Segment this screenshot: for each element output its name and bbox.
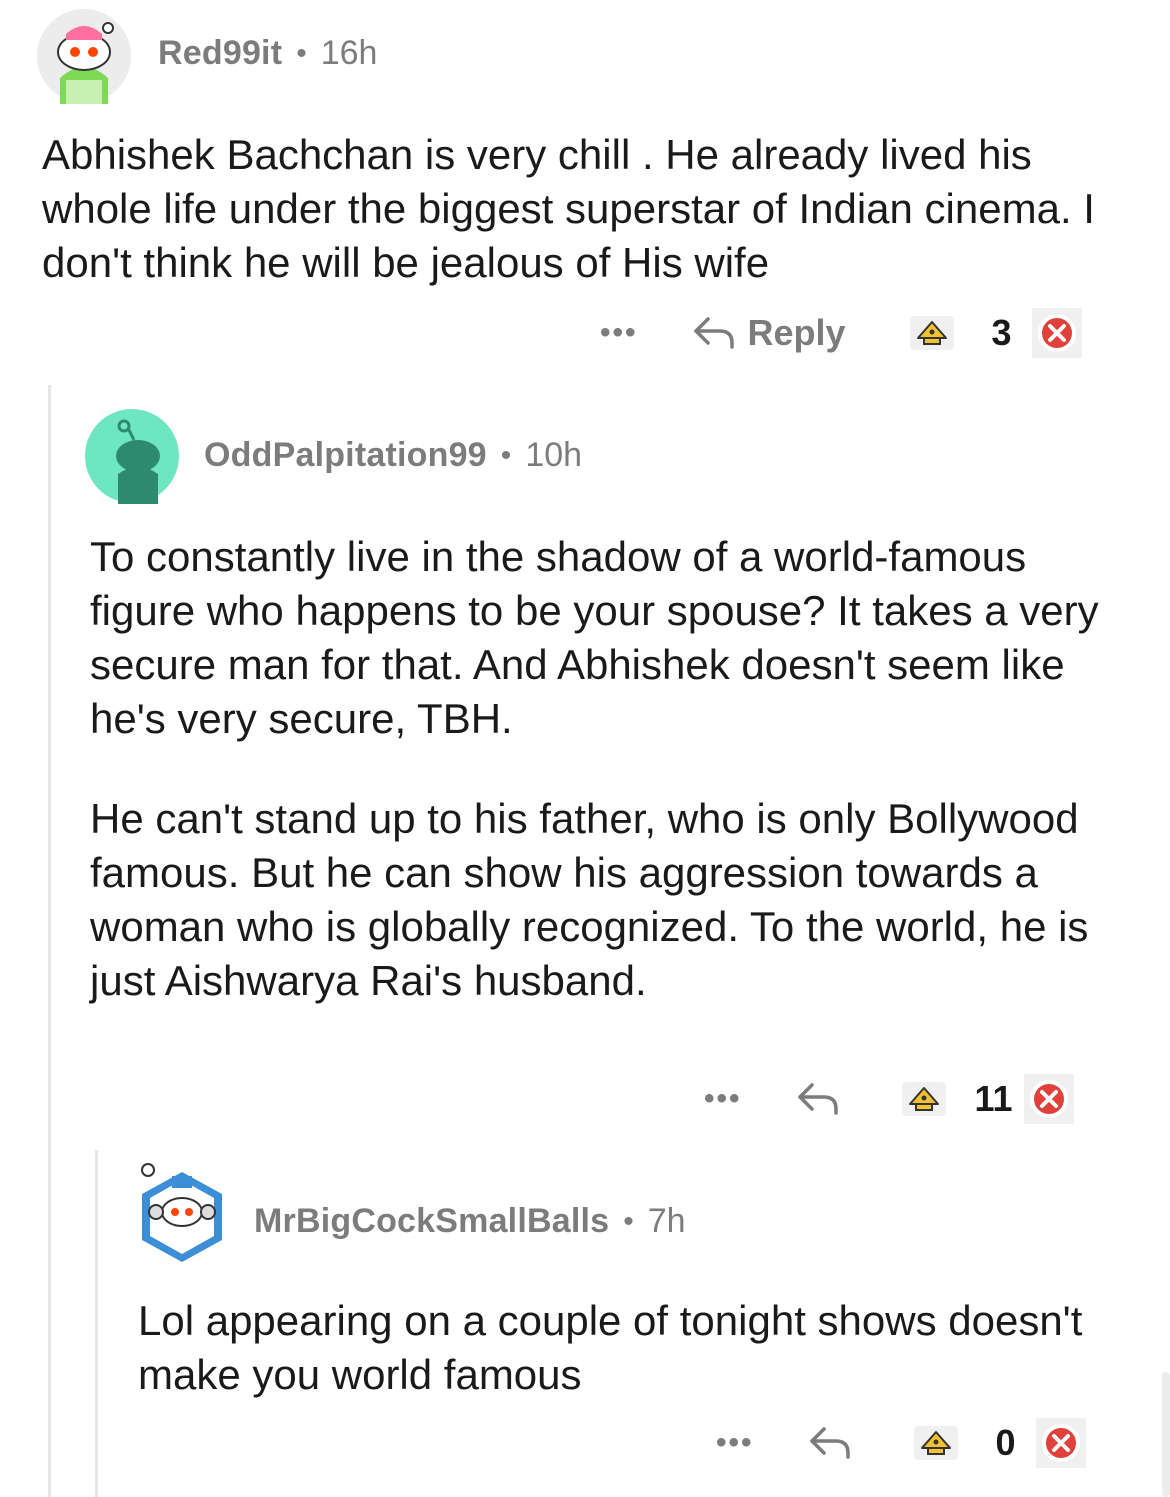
comment-text: Lol appearing on a couple of tonight sho… [138, 1297, 1083, 1398]
separator-dot: • [623, 1204, 634, 1238]
snoo-avatar-icon [141, 1163, 222, 1262]
comment-body: Lol appearing on a couple of tonight sho… [138, 1294, 1128, 1402]
comment-thread: Red99it • 16h Abhishek Bachchan is very … [0, 0, 1170, 1497]
timestamp: 7h [647, 1202, 686, 1240]
upvote-award-icon[interactable] [912, 1420, 960, 1466]
downvote-icon[interactable] [1035, 1418, 1086, 1468]
more-options-button[interactable]: ••• [716, 1426, 754, 1460]
comment: MrBigCockSmallBalls • 7h Lol appearing o… [0, 0, 1170, 1497]
scrollbar[interactable] [1162, 1372, 1170, 1497]
avatar[interactable] [134, 1162, 230, 1262]
reply-icon [809, 1427, 850, 1459]
comment-actions: ••• 0 [716, 1418, 1086, 1468]
username[interactable]: MrBigCockSmallBalls [254, 1202, 609, 1241]
reply-button[interactable] [806, 1423, 854, 1463]
vote-score: 0 [995, 1422, 1016, 1463]
